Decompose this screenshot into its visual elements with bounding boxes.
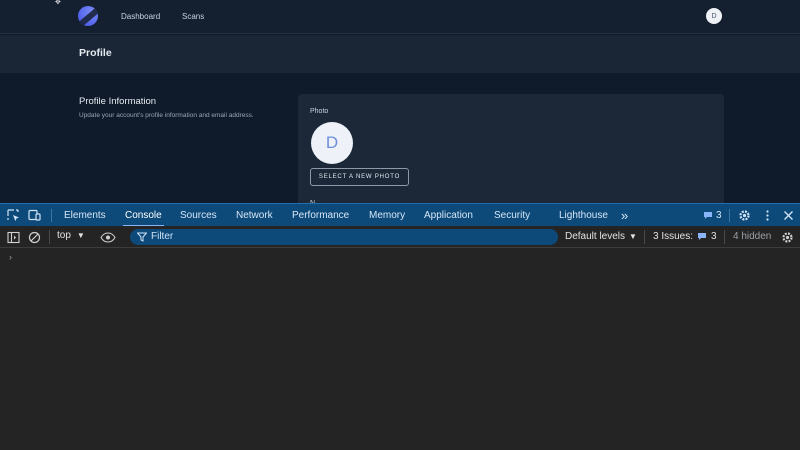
log-levels-value: Default levels — [565, 231, 626, 242]
issues-counter[interactable]: 3 Issues: 3 — [653, 231, 717, 242]
profile-card: Photo D SELECT A NEW PHOTO N — [298, 94, 724, 203]
filter-input[interactable]: Filter — [130, 229, 558, 245]
nav-link-dashboard[interactable]: Dashboard — [121, 12, 160, 21]
issues-badge-count: 3 — [716, 210, 722, 221]
inspect-element-icon[interactable] — [7, 209, 20, 222]
log-levels-dropdown[interactable]: Default levels ▼ — [565, 231, 637, 242]
context-selector-value: top — [57, 230, 71, 241]
tab-lighthouse[interactable]: Lighthouse — [559, 204, 608, 227]
tab-network[interactable]: Network — [236, 204, 273, 227]
section-description: Update your account's profile informatio… — [79, 112, 254, 119]
show-sidebar-icon[interactable] — [7, 231, 20, 244]
console-output[interactable]: › — [0, 249, 800, 450]
tab-bar-divider — [729, 209, 730, 222]
toolbar-divider — [49, 230, 50, 244]
toolbar-divider — [644, 230, 645, 244]
console-prompt-chevron-icon[interactable]: › — [9, 252, 12, 262]
more-tabs-chevron-icon[interactable]: » — [621, 204, 628, 227]
nav-link-scans[interactable]: Scans — [182, 12, 204, 21]
live-expression-eye-icon[interactable] — [100, 231, 116, 244]
tab-memory[interactable]: Memory — [369, 204, 405, 227]
chevron-down-icon: ▼ — [76, 231, 85, 240]
issues-label: 3 Issues: — [653, 231, 694, 242]
tab-application[interactable]: Application — [424, 204, 473, 227]
console-settings-gear-icon[interactable] — [781, 231, 794, 244]
photo-label: Photo — [310, 108, 329, 115]
app-logo-icon[interactable] — [78, 6, 98, 26]
app-viewport: Dashboard Scans D Profile Profile Inform… — [0, 0, 800, 203]
devtools-tab-bar: Elements Console Sources Network Perform… — [0, 203, 800, 227]
page-header: Profile — [0, 35, 800, 73]
profile-photo-avatar: D — [311, 122, 353, 164]
filter-placeholder: Filter — [151, 231, 174, 242]
tab-sources[interactable]: Sources — [180, 204, 217, 227]
message-icon — [704, 212, 712, 219]
filter-funnel-icon — [137, 232, 147, 242]
section-title: Profile Information — [79, 96, 157, 107]
tab-security[interactable]: Security — [494, 204, 530, 227]
context-selector[interactable]: top ▼ — [57, 230, 85, 241]
issues-badge[interactable]: 3 — [703, 209, 722, 222]
top-navigation: Dashboard Scans D — [0, 0, 800, 34]
mouse-cursor-icon: ✥ — [55, 0, 61, 6]
issues-count: 3 — [711, 231, 717, 242]
settings-gear-icon[interactable] — [738, 209, 751, 222]
tab-elements[interactable]: Elements — [64, 204, 106, 227]
page-title: Profile — [79, 47, 112, 59]
devtools-panel: Elements Console Sources Network Perform… — [0, 203, 800, 450]
clear-console-icon[interactable] — [28, 231, 41, 244]
select-new-photo-button[interactable]: SELECT A NEW PHOTO — [310, 168, 409, 186]
hidden-messages-count: 4 hidden — [733, 231, 772, 242]
close-devtools-icon[interactable] — [782, 209, 795, 222]
device-toolbar-icon[interactable] — [28, 209, 41, 222]
user-avatar[interactable]: D — [706, 8, 722, 24]
tab-performance[interactable]: Performance — [292, 204, 349, 227]
message-icon — [698, 233, 707, 240]
toolbar-divider — [724, 230, 725, 244]
chevron-down-icon: ▼ — [629, 232, 637, 241]
more-options-icon[interactable] — [761, 209, 774, 222]
tab-console[interactable]: Console — [123, 204, 164, 227]
console-toolbar: top ▼ Filter Default levels ▼ 3 Issues: … — [0, 226, 800, 248]
tab-bar-divider — [51, 209, 52, 222]
